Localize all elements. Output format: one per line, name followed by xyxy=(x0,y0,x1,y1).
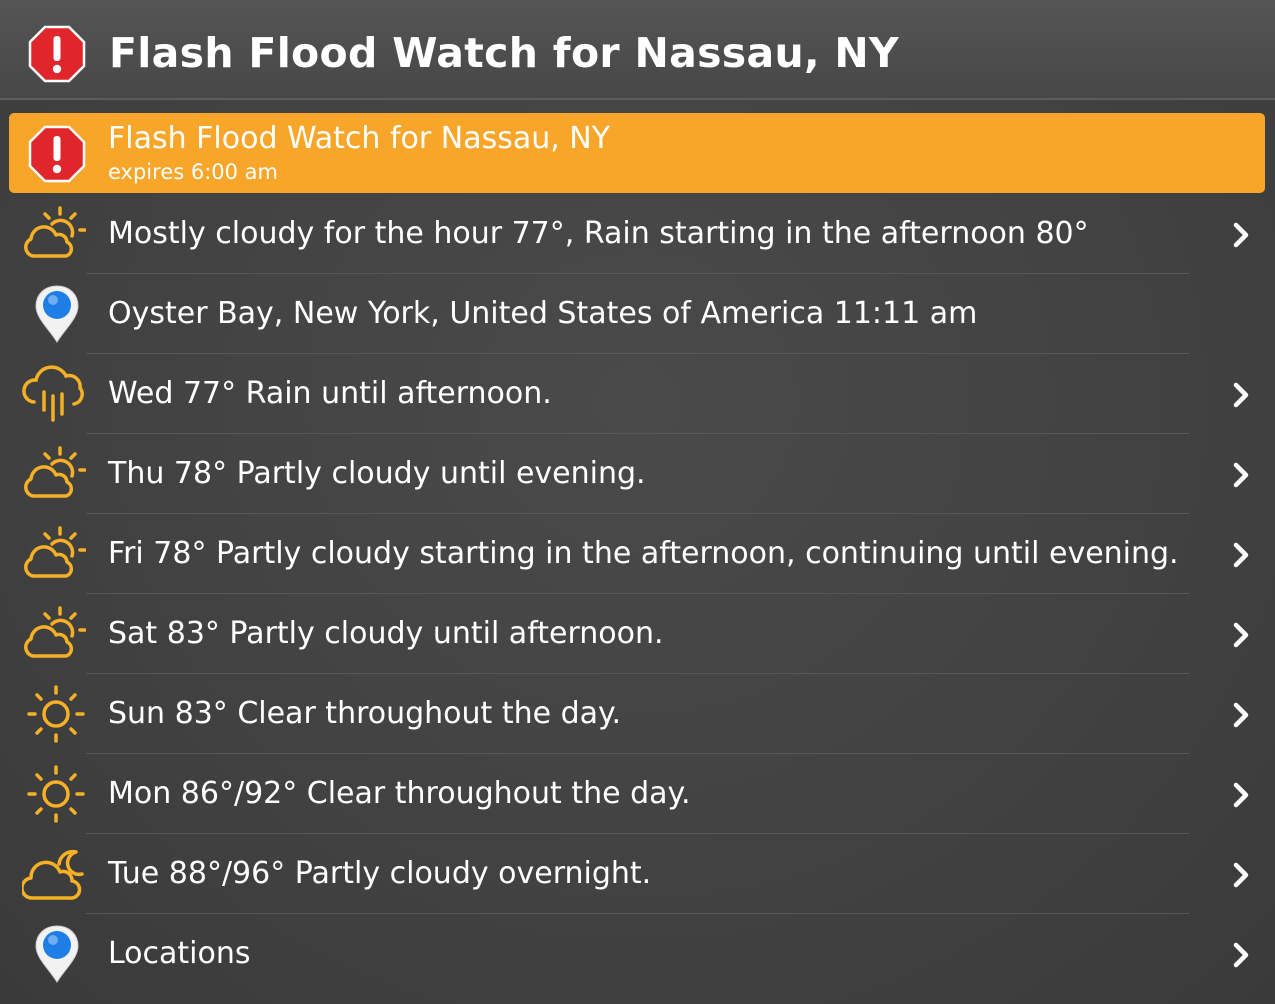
alert-title: Flash Flood Watch for Nassau, NY xyxy=(108,121,611,156)
partly-cloudy-icon xyxy=(24,526,86,578)
partly-cloudy-icon xyxy=(24,606,86,658)
forecast-row-fri[interactable]: Fri 78° Partly cloudy starting in the af… xyxy=(0,514,1275,594)
chevron-right-icon xyxy=(1233,942,1249,968)
chevron-right-icon xyxy=(1233,462,1249,488)
row-label: Mostly cloudy for the hour 77°, Rain sta… xyxy=(108,216,1089,251)
sun-icon xyxy=(27,685,85,743)
partly-cloudy-icon xyxy=(24,206,86,258)
chevron-right-icon xyxy=(1233,862,1249,888)
stop-alert-icon xyxy=(28,125,86,183)
row-label: Fri 78° Partly cloudy starting in the af… xyxy=(108,536,1179,571)
row-label: Mon 86°/92° Clear throughout the day. xyxy=(108,776,691,811)
chevron-right-icon xyxy=(1233,782,1249,808)
sun-icon xyxy=(27,765,85,823)
row-label: Tue 88°/96° Partly cloudy overnight. xyxy=(108,856,652,891)
row-label: Oyster Bay, New York, United States of A… xyxy=(108,296,978,331)
current-location-row: Oyster Bay, New York, United States of A… xyxy=(0,274,1275,354)
chevron-right-icon xyxy=(1233,702,1249,728)
chevron-right-icon xyxy=(1233,542,1249,568)
title-bar: Flash Flood Watch for Nassau, NY xyxy=(0,0,1275,100)
row-label: Sat 83° Partly cloudy until afternoon. xyxy=(108,616,664,651)
forecast-row-sun[interactable]: Sun 83° Clear throughout the day. xyxy=(0,674,1275,754)
row-label: Thu 78° Partly cloudy until evening. xyxy=(108,456,646,491)
partly-cloudy-icon xyxy=(24,446,86,498)
location-pin-icon xyxy=(35,925,79,983)
row-label: Locations xyxy=(108,936,251,971)
forecast-row-mon[interactable]: Mon 86°/92° Clear throughout the day. xyxy=(0,754,1275,834)
rain-icon xyxy=(22,365,84,422)
locations-row[interactable]: Locations xyxy=(0,914,1275,994)
partly-cloudy-night-icon xyxy=(22,849,84,900)
forecast-row-thu[interactable]: Thu 78° Partly cloudy until evening. xyxy=(0,434,1275,514)
chevron-right-icon xyxy=(1233,622,1249,648)
location-pin-icon xyxy=(35,285,79,343)
hourly-summary-row[interactable]: Mostly cloudy for the hour 77°, Rain sta… xyxy=(0,194,1275,274)
alert-expiry: expires 6:00 am xyxy=(108,160,279,184)
chevron-right-icon xyxy=(1233,382,1249,408)
alert-banner[interactable]: Flash Flood Watch for Nassau, NY expires… xyxy=(9,113,1265,193)
row-label: Sun 83° Clear throughout the day. xyxy=(108,696,622,731)
weather-panel: Flash Flood Watch for Nassau, NY Flash F… xyxy=(0,0,1275,1004)
page-title: Flash Flood Watch for Nassau, NY xyxy=(109,29,900,77)
forecast-row-sat[interactable]: Sat 83° Partly cloudy until afternoon. xyxy=(0,594,1275,674)
chevron-right-icon xyxy=(1233,222,1249,248)
row-label: Wed 77° Rain until afternoon. xyxy=(108,376,552,411)
stop-alert-icon xyxy=(28,25,86,83)
forecast-row-tue[interactable]: Tue 88°/96° Partly cloudy overnight. xyxy=(0,834,1275,914)
forecast-row-wed[interactable]: Wed 77° Rain until afternoon. xyxy=(0,354,1275,434)
